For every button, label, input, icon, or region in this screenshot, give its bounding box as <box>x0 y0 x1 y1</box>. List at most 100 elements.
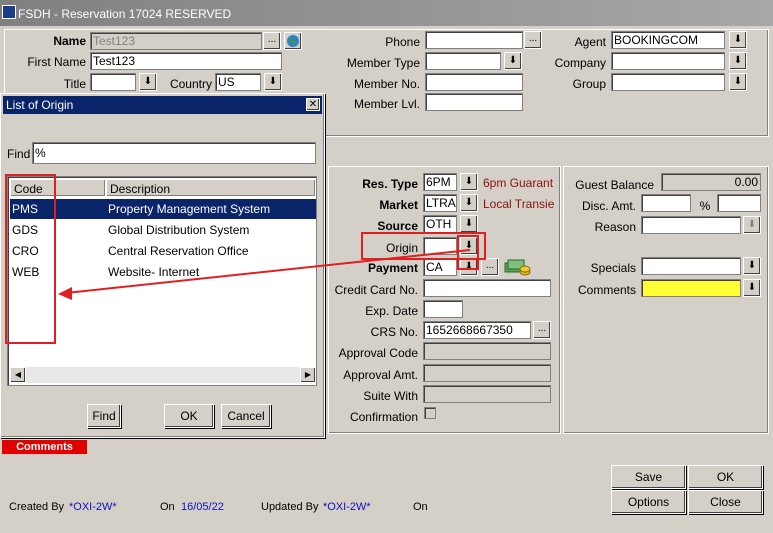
member-lvl-label: Member Lvl. <box>353 97 420 111</box>
close-button[interactable]: Close <box>688 490 763 514</box>
source-field[interactable]: OTH <box>423 215 457 233</box>
specials-field[interactable] <box>641 257 741 275</box>
title-dropdown-button[interactable]: ⬇ <box>139 73 157 91</box>
payment-field[interactable]: CA <box>423 258 457 276</box>
company-dropdown-button[interactable]: ⬇ <box>729 52 747 70</box>
payment-label: Payment <box>367 261 418 275</box>
exp-date-field[interactable] <box>423 300 463 318</box>
phone-field[interactable] <box>425 31 523 49</box>
guest-balance-field: 0.00 <box>661 173 761 191</box>
save-button[interactable]: Save <box>611 465 686 489</box>
source-label: Source <box>377 219 418 233</box>
member-no-field[interactable] <box>425 73 523 91</box>
approval-code-field <box>423 342 551 360</box>
updated-on-label: On <box>413 501 428 513</box>
crs-no-field[interactable]: 1652668667350 <box>423 321 531 339</box>
first-name-label: First Name <box>27 55 86 69</box>
suite-with-field <box>423 385 551 403</box>
row-description: Website- Internet <box>108 265 200 279</box>
res-type-label: Res. Type <box>362 177 418 191</box>
scroll-right-icon[interactable]: ▶ <box>300 367 316 383</box>
find-button[interactable]: Find <box>87 404 121 428</box>
column-header-description[interactable]: Description <box>106 179 316 197</box>
options-button[interactable]: Options <box>611 490 686 514</box>
disc-percent-field[interactable] <box>717 194 761 212</box>
approval-amt-label: Approval Amt. <box>343 368 418 382</box>
comments-field[interactable] <box>641 279 741 297</box>
horizontal-scrollbar[interactable]: ◀ ▶ <box>10 367 316 383</box>
created-on-value: 16/05/22 <box>181 501 224 513</box>
agent-dropdown-button[interactable]: ⬇ <box>729 31 747 49</box>
member-type-dropdown-button[interactable]: ⬇ <box>504 52 522 70</box>
group-field[interactable] <box>611 73 725 91</box>
annotation-code-column-box <box>5 174 56 344</box>
country-label: Country <box>169 77 212 91</box>
name-field[interactable]: Test123 <box>90 32 262 50</box>
first-name-field[interactable]: Test123 <box>90 52 282 70</box>
res-type-field[interactable]: 6PM <box>423 173 457 191</box>
created-by-value: *OXI-2W* <box>69 501 117 513</box>
crs-lookup-button[interactable]: ... <box>533 321 551 339</box>
app-icon <box>2 5 16 19</box>
reason-dropdown-button[interactable]: ⬇ <box>743 216 761 234</box>
member-type-label: Member Type <box>346 56 420 70</box>
res-type-dropdown-button[interactable]: ⬇ <box>460 173 478 191</box>
created-by-label: Created By <box>9 501 65 513</box>
updated-by-value: *OXI-2W* <box>323 501 371 513</box>
disc-amt-field[interactable] <box>641 194 691 212</box>
company-label: Company <box>554 56 606 70</box>
source-dropdown-button[interactable]: ⬇ <box>460 215 478 233</box>
market-field[interactable]: LTRAN <box>423 194 457 212</box>
name-lookup-button[interactable]: ... <box>263 32 281 50</box>
window-titlebar: FSDH - Reservation 17024 RESERVED <box>0 0 773 26</box>
confirmation-label: Confirmation <box>349 410 418 424</box>
phone-label: Phone <box>385 35 420 49</box>
market-label: Market <box>379 198 418 212</box>
annotation-origin-button-box <box>457 235 479 270</box>
market-dropdown-button[interactable]: ⬇ <box>460 194 478 212</box>
globe-button[interactable] <box>284 32 302 50</box>
reason-label: Reason <box>594 220 636 234</box>
group-dropdown-button[interactable]: ⬇ <box>729 73 747 91</box>
dialog-cancel-button[interactable]: Cancel <box>221 404 271 428</box>
country-dropdown-button[interactable]: ⬇ <box>264 73 282 91</box>
scroll-left-icon[interactable]: ◀ <box>10 367 26 383</box>
member-no-label: Member No. <box>353 77 420 91</box>
name-label: Name <box>53 34 86 48</box>
money-icon[interactable] <box>504 257 531 276</box>
reason-field[interactable] <box>641 216 741 234</box>
window-title: FSDH - Reservation 17024 RESERVED <box>18 7 232 21</box>
dialog-title: List of Origin <box>6 98 74 112</box>
comments-dropdown-button[interactable]: ⬇ <box>743 279 761 297</box>
close-icon[interactable]: ✕ <box>306 98 320 111</box>
created-on-label: On <box>160 501 175 513</box>
member-type-field[interactable] <box>425 52 501 70</box>
ok-button[interactable]: OK <box>688 465 763 489</box>
globe-icon <box>287 35 299 47</box>
approval-amt-field <box>423 364 551 382</box>
crs-no-label: CRS No. <box>370 325 418 339</box>
find-label: Find <box>7 147 31 161</box>
updated-by-label: Updated By <box>261 501 319 513</box>
dialog-ok-button[interactable]: OK <box>164 404 214 428</box>
credit-card-field[interactable] <box>423 279 551 297</box>
comments-tab[interactable]: Comments <box>2 440 87 454</box>
row-description: Global Distribution System <box>108 223 250 237</box>
payment-lookup-button[interactable]: ... <box>481 258 499 276</box>
title-label: Title <box>63 77 86 91</box>
percent-label: % <box>699 199 711 213</box>
agent-field[interactable]: BOOKINGCOM <box>611 31 725 49</box>
row-description: Central Reservation Office <box>108 244 249 258</box>
company-field[interactable] <box>611 52 725 70</box>
find-field[interactable]: % <box>32 142 316 164</box>
confirmation-checkbox[interactable] <box>424 407 436 419</box>
country-field[interactable]: US <box>215 73 261 91</box>
credit-card-label: Credit Card No. <box>334 283 418 297</box>
suite-with-label: Suite With <box>363 389 418 403</box>
comments-label: Comments <box>577 283 636 297</box>
row-description: Property Management System <box>108 202 271 216</box>
specials-dropdown-button[interactable]: ⬇ <box>743 257 761 275</box>
disc-amt-label: Disc. Amt. <box>581 199 636 213</box>
title-field[interactable] <box>90 73 136 91</box>
member-lvl-field[interactable] <box>425 93 523 111</box>
